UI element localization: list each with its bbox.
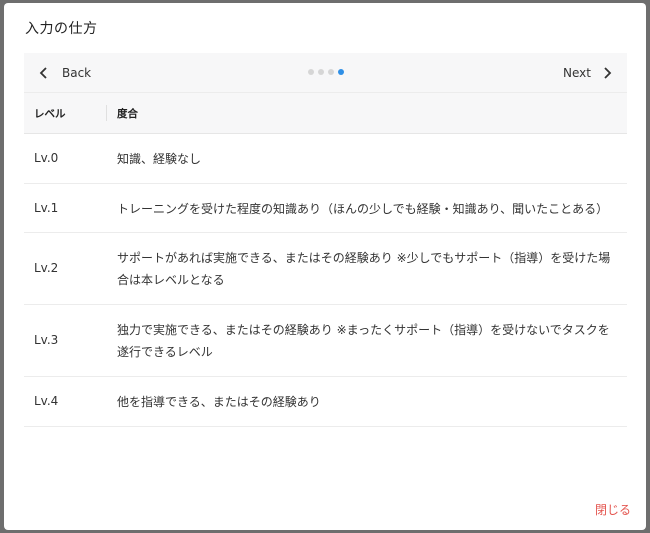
back-button[interactable]: Back: [38, 53, 91, 93]
pager-bar: Back Next: [24, 53, 627, 93]
row-description: 独力で実施できる、またはその経験あり ※まったくサポート（指導）を受けないでタス…: [117, 323, 610, 359]
help-dialog: 入力の仕方 Back Next レベル 度合 Lv.0 知識、経験なし Lv.1…: [4, 3, 646, 530]
next-button[interactable]: Next: [563, 53, 613, 93]
table-row: Lv.0 知識、経験なし: [24, 134, 627, 184]
row-level: Lv.4: [34, 394, 59, 408]
table-header: レベル 度合: [24, 93, 627, 134]
page-dot-3[interactable]: [328, 69, 334, 75]
chevron-right-icon: [601, 67, 613, 79]
table-row: Lv.4 他を指導できる、またはその経験あり: [24, 377, 627, 427]
row-level: Lv.2: [34, 261, 59, 275]
chevron-left-icon: [38, 67, 50, 79]
page-dot-1[interactable]: [308, 69, 314, 75]
row-description: サポートがあれば実施できる、またはその経験あり ※少しでもサポート（指導）を受け…: [117, 251, 611, 287]
next-label: Next: [563, 66, 591, 80]
table-row: Lv.2 サポートがあれば実施できる、またはその経験あり ※少しでもサポート（指…: [24, 233, 627, 305]
page-dot-4-active[interactable]: [338, 69, 344, 75]
row-level: Lv.1: [34, 201, 59, 215]
row-level: Lv.0: [34, 151, 59, 165]
header-degree: 度合: [117, 107, 138, 120]
back-label: Back: [62, 66, 92, 80]
header-divider: [106, 105, 107, 121]
row-description: トレーニングを受けた程度の知識あり（ほんの少しでも経験・知識あり、聞いたことある…: [117, 202, 609, 216]
page-indicator: [308, 69, 344, 75]
row-description: 他を指導できる、またはその経験あり: [117, 395, 321, 409]
header-level: レベル: [34, 107, 66, 120]
close-button[interactable]: 閉じる: [595, 501, 631, 518]
table-row: Lv.3 独力で実施できる、またはその経験あり ※まったくサポート（指導）を受け…: [24, 305, 627, 377]
page-dot-2[interactable]: [318, 69, 324, 75]
row-level: Lv.3: [34, 333, 59, 347]
table-row: Lv.1 トレーニングを受けた程度の知識あり（ほんの少しでも経験・知識あり、聞い…: [24, 184, 627, 233]
row-description: 知識、経験なし: [117, 152, 202, 166]
level-table: レベル 度合 Lv.0 知識、経験なし Lv.1 トレーニングを受けた程度の知識…: [24, 93, 627, 427]
dialog-title: 入力の仕方: [25, 21, 98, 37]
